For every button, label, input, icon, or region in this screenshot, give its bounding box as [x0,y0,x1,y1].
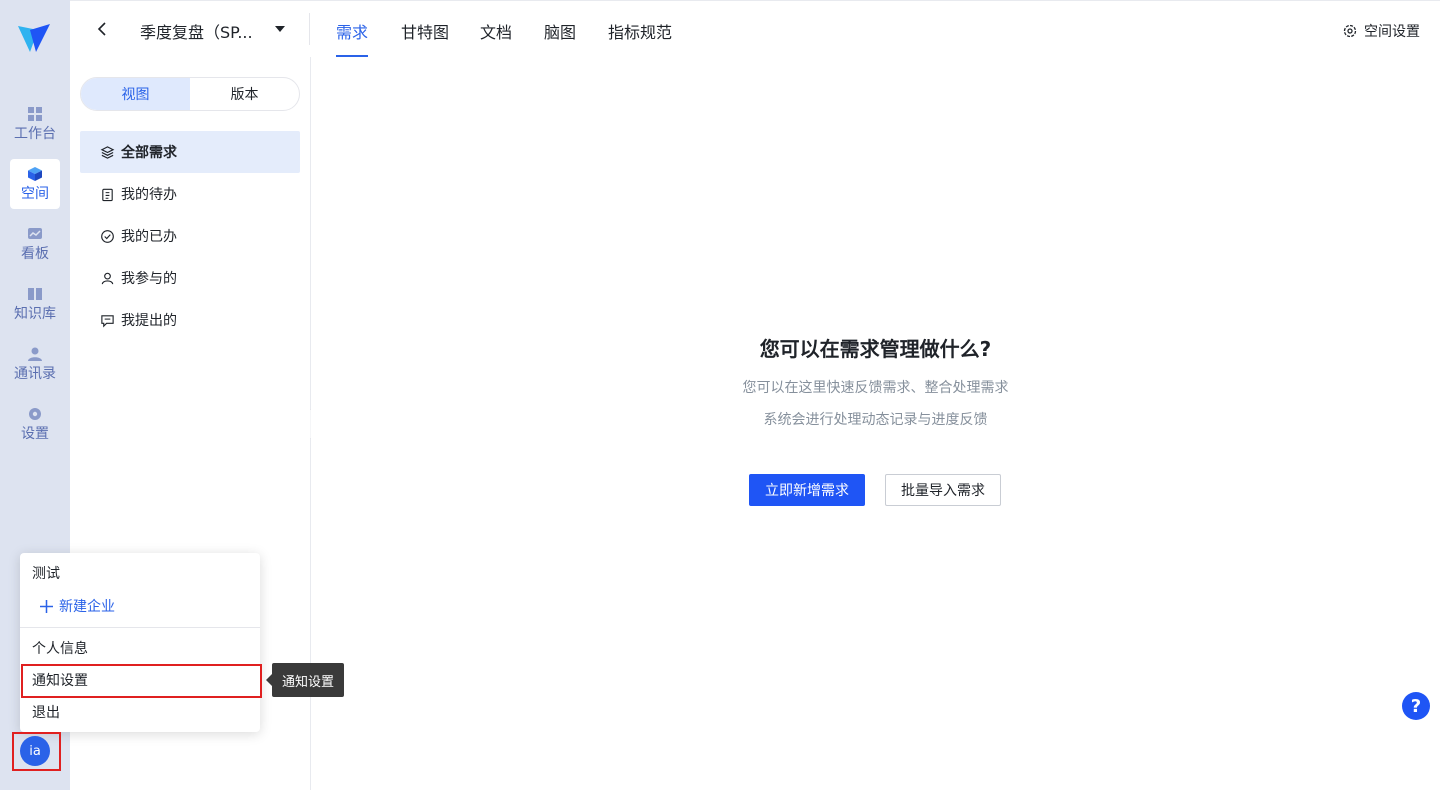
nav-label: 我提出的 [121,313,177,329]
tab-gantt[interactable]: 甘特图 [401,19,449,43]
rail-item-settings[interactable]: 设置 [10,399,60,449]
clipboard-icon [102,188,113,201]
nav-my-todo[interactable]: 我的待办 [80,173,300,215]
settings-icon [1343,24,1357,38]
tab-mindmap[interactable]: 脑图 [544,19,576,43]
menu-logout[interactable]: 退出 [20,696,260,728]
person-icon [28,347,42,361]
divider [309,13,310,45]
rail-item-contacts[interactable]: 通讯录 [10,339,60,389]
empty-state-desc-2: 系统会进行处理动态记录与进度反馈 [763,412,988,428]
rail-item-label: 通讯录 [14,366,56,382]
nav-participated[interactable]: 我参与的 [80,257,300,299]
view-version-switch: 视图 版本 [80,77,300,111]
tab-requirements[interactable]: 需求 [336,19,368,43]
rail-item-label: 看板 [21,246,49,262]
rail-item-label: 设置 [21,426,49,442]
highlight-box [21,664,262,698]
space-settings-label: 空间设置 [1364,24,1420,40]
message-icon [101,314,114,327]
space-selector[interactable]: 季度复盘（SP... [140,19,253,43]
rail-item-knowledge[interactable]: 知识库 [10,279,60,329]
check-circle-icon [101,229,114,243]
book-icon [28,288,42,300]
add-requirement-button[interactable]: 立即新增需求 [749,474,865,506]
tooltip: 通知设置 [266,663,344,697]
caret-down-icon[interactable] [275,26,285,32]
empty-state-desc-1: 您可以在这里快速反馈需求、整合处理需求 [742,380,1009,396]
rail-item-label: 知识库 [14,306,56,322]
avatar[interactable]: ia [20,736,50,766]
batch-import-button[interactable]: 批量导入需求 [885,474,1001,506]
nav-label: 我参与的 [121,271,177,287]
app-logo[interactable] [16,22,52,54]
top-header: 季度复盘（SP... 需求 甘特图 文档 脑图 指标规范 空间设置 [70,0,1440,58]
tab-metrics[interactable]: 指标规范 [608,19,672,43]
tab-docs[interactable]: 文档 [480,19,512,43]
nav-label: 全部需求 [121,145,177,161]
layers-icon [100,145,115,159]
new-org-label: 新建企业 [59,599,115,615]
back-arrow-icon[interactable] [92,19,112,39]
chart-board-icon [28,228,42,239]
segment-version[interactable]: 版本 [190,78,299,110]
nav-submitted[interactable]: 我提出的 [80,299,300,341]
nav-label: 我的待办 [121,187,177,203]
rail-item-label: 工作台 [14,126,56,142]
account-popover: 测试 新建企业 个人信息 通知设置 退出 [20,553,260,732]
nav-all-requirements[interactable]: 全部需求 [80,131,300,173]
menu-personal-info[interactable]: 个人信息 [20,632,260,664]
rail-item-space[interactable]: 空间 [10,159,60,209]
help-button[interactable]: ? [1402,692,1430,720]
rail-item-board[interactable]: 看板 [10,219,60,269]
main-content: 您可以在需求管理做什么? 您可以在这里快速反馈需求、整合处理需求 系统会进行处理… [311,57,1440,790]
nav-my-done[interactable]: 我的已办 [80,215,300,257]
dashboard-icon [28,107,42,121]
plus-icon [40,599,53,613]
cube-icon [28,167,42,181]
gear-icon [29,408,41,420]
divider [20,627,260,628]
segment-view[interactable]: 视图 [81,78,190,110]
new-org-button[interactable]: 新建企业 [20,590,260,622]
org-item-test[interactable]: 测试 [20,557,260,589]
empty-state-title: 您可以在需求管理做什么? [759,337,992,361]
nav-label: 我的已办 [121,229,177,245]
rail-item-label: 空间 [21,186,49,202]
rail-item-workbench[interactable]: 工作台 [10,99,60,149]
user-icon [101,272,114,284]
space-settings-button[interactable]: 空间设置 [1342,21,1420,41]
